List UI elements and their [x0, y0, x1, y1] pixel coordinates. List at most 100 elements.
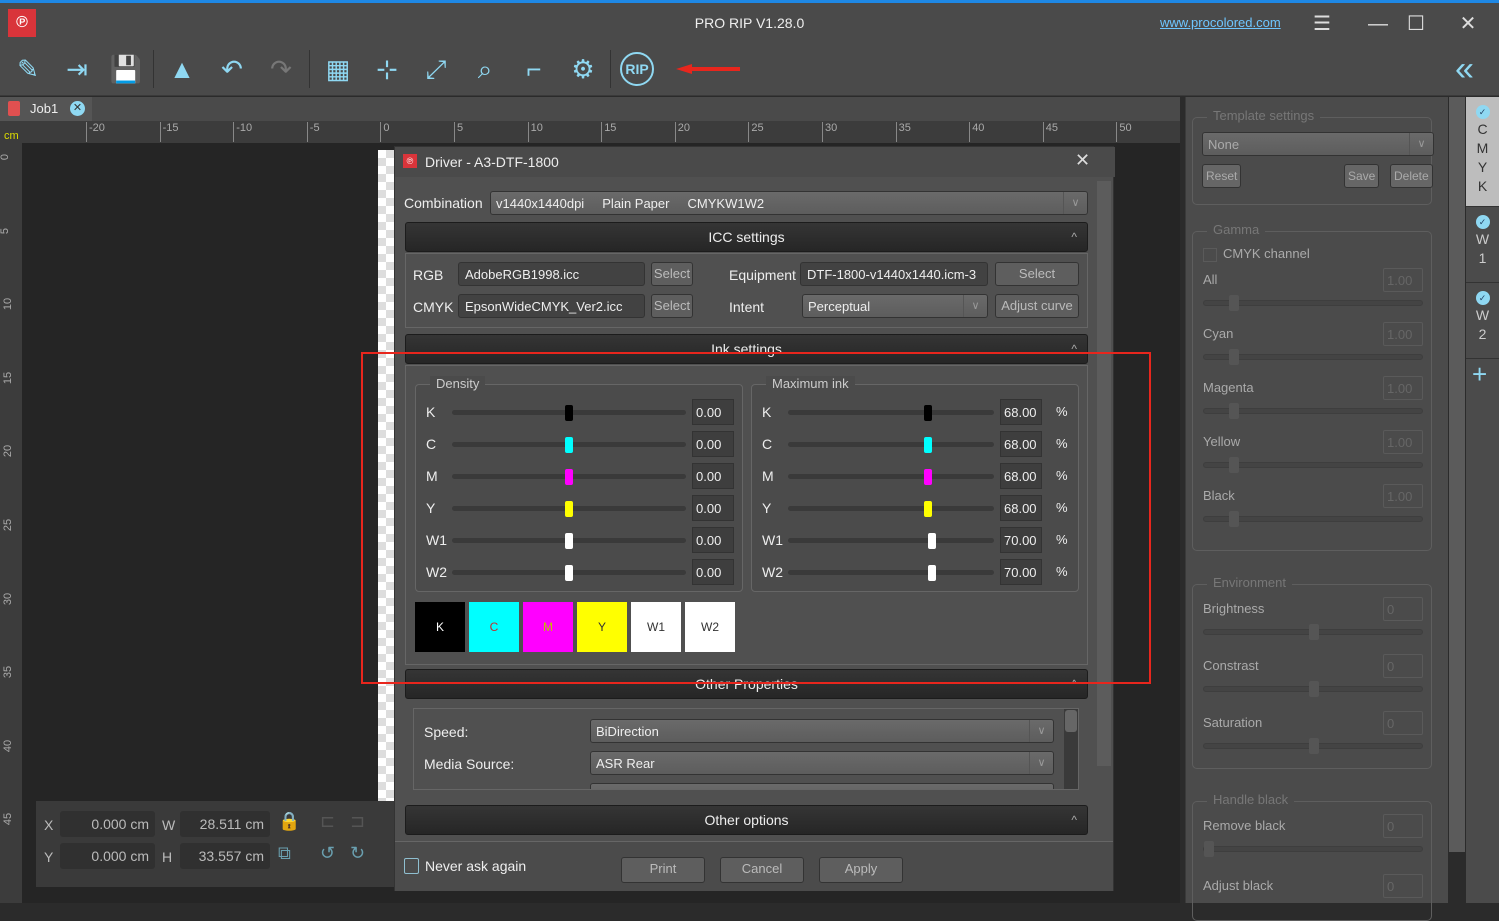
save-template-button[interactable]: Save: [1344, 164, 1379, 188]
rotate-left-icon[interactable]: ↺: [320, 843, 335, 864]
v-ruler-tick: 10: [2, 298, 14, 310]
align-left-icon[interactable]: ⊏: [320, 811, 335, 832]
template-select[interactable]: None∨: [1202, 132, 1434, 156]
adjust-value-field[interactable]: 0: [1383, 654, 1423, 678]
slider-thumb[interactable]: [1309, 681, 1319, 697]
cancel-button[interactable]: Cancel: [720, 857, 804, 883]
h-label: H: [162, 849, 172, 865]
v-ruler-tick: 20: [2, 445, 14, 457]
speed-select[interactable]: BiDirection∨: [590, 719, 1054, 743]
channel-tab-w1[interactable]: ✓W1: [1466, 207, 1499, 283]
chevron-up-icon: ^: [1071, 223, 1077, 251]
adjust-slider[interactable]: [1203, 846, 1423, 852]
save-icon[interactable]: 💾: [106, 50, 146, 88]
adjust-value-field[interactable]: 0: [1383, 597, 1423, 621]
collapse-panel-icon[interactable]: «: [1455, 50, 1474, 89]
adjust-slider[interactable]: [1203, 300, 1423, 306]
rotate-icon[interactable]: ⧉: [278, 843, 291, 864]
check-icon: ✓: [1476, 291, 1490, 305]
fit-icon[interactable]: ⤢: [416, 50, 456, 88]
rgb-select-button[interactable]: Select: [651, 262, 693, 286]
adjust-slider[interactable]: [1203, 462, 1423, 468]
other-options-header[interactable]: Other options^: [405, 805, 1088, 835]
other-properties-scrollbar[interactable]: [1064, 709, 1078, 789]
adjust-label: All: [1203, 272, 1217, 287]
adjust-slider[interactable]: [1203, 354, 1423, 360]
other-options-title: Other options: [704, 812, 788, 828]
adjust-value-field[interactable]: 1.00: [1383, 268, 1423, 292]
adjust-slider[interactable]: [1203, 686, 1423, 692]
maximize-button[interactable]: ☐: [1401, 11, 1431, 37]
align-right-icon[interactable]: ⊐: [350, 811, 365, 832]
rgb-profile-field[interactable]: AdobeRGB1998.icc: [458, 262, 645, 286]
equipment-select-button[interactable]: Select: [995, 262, 1079, 286]
print-button[interactable]: Print: [621, 857, 705, 883]
channel-tab-cmyk[interactable]: ✓CMYK: [1466, 97, 1499, 207]
website-link[interactable]: www.procolored.com: [1160, 15, 1281, 30]
adjust-value-field[interactable]: 1.00: [1383, 484, 1423, 508]
import-icon[interactable]: ⇥: [57, 50, 97, 88]
adjust-value-field[interactable]: 0: [1383, 814, 1423, 838]
center-icon[interactable]: ⊹: [367, 50, 407, 88]
adjust-slider[interactable]: [1203, 743, 1423, 749]
adjust-value-field[interactable]: 1.00: [1383, 430, 1423, 454]
adjust-curve-button[interactable]: Adjust curve: [995, 294, 1079, 318]
close-button[interactable]: ✕: [1453, 11, 1483, 37]
close-tab-icon[interactable]: ✕: [70, 101, 85, 116]
ruler-unit: cm: [4, 130, 19, 142]
slider-thumb[interactable]: [1229, 457, 1239, 473]
add-image-icon[interactable]: ▲: [162, 50, 202, 88]
y-field[interactable]: 0.000 cm: [60, 843, 155, 869]
slider-thumb[interactable]: [1229, 295, 1239, 311]
adjust-slider[interactable]: [1203, 516, 1423, 522]
hidden-select[interactable]: [590, 783, 1054, 790]
intent-select[interactable]: Perceptual∨: [802, 294, 988, 318]
channel-letter: 2: [1466, 325, 1499, 344]
right-panel-scrollbar[interactable]: [1449, 97, 1465, 852]
cmyk-select-button[interactable]: Select: [651, 294, 693, 318]
undo-icon[interactable]: ↶: [212, 50, 252, 88]
ruler-icon[interactable]: ⌐: [514, 50, 554, 88]
menu-icon[interactable]: ☰: [1307, 11, 1337, 37]
cmyk-profile-field[interactable]: EpsonWideCMYK_Ver2.icc: [458, 294, 645, 318]
adjust-slider[interactable]: [1203, 629, 1423, 635]
slider-thumb[interactable]: [1229, 403, 1239, 419]
never-ask-checkbox[interactable]: [404, 858, 419, 874]
slider-thumb[interactable]: [1229, 349, 1239, 365]
icc-settings-header[interactable]: ICC settings^: [405, 222, 1088, 252]
adjust-value-field[interactable]: 1.00: [1383, 376, 1423, 400]
equipment-profile-field[interactable]: 3-DTF-1800-v1440x1440.icm: [800, 262, 988, 286]
slider-thumb[interactable]: [1309, 624, 1319, 640]
w-field[interactable]: 28.511 cm: [180, 811, 270, 837]
adjust-value-field[interactable]: 0: [1383, 874, 1423, 898]
lock-icon[interactable]: 🔒: [278, 811, 300, 832]
slider-thumb[interactable]: [1229, 511, 1239, 527]
h-field[interactable]: 33.557 cm: [180, 843, 270, 869]
adjust-slider[interactable]: [1203, 408, 1423, 414]
delete-template-button[interactable]: Delete: [1390, 164, 1433, 188]
apply-button[interactable]: Apply: [819, 857, 903, 883]
add-channel-icon[interactable]: +: [1472, 359, 1487, 390]
slider-thumb[interactable]: [1309, 738, 1319, 754]
combination-select[interactable]: v1440x1440dpi Plain Paper CMYKW1W2 ∨: [490, 191, 1088, 215]
dialog-close-icon[interactable]: ✕: [1075, 150, 1090, 171]
adjust-value-field[interactable]: 0: [1383, 711, 1423, 735]
redo-icon[interactable]: ↷: [261, 50, 301, 88]
media-source-select[interactable]: ASR Rear∨: [590, 751, 1054, 775]
rip-icon[interactable]: RIP: [620, 52, 654, 86]
rgb-label: RGB: [413, 267, 443, 283]
rotate-right-icon[interactable]: ↻: [350, 843, 365, 864]
x-field[interactable]: 0.000 cm: [60, 811, 155, 837]
grid-icon[interactable]: ▦: [318, 50, 358, 88]
channel-tab-w2[interactable]: ✓W2: [1466, 283, 1499, 359]
slider-thumb[interactable]: [1204, 841, 1214, 857]
settings-icon[interactable]: ⚙: [563, 50, 603, 88]
reset-button[interactable]: Reset: [1202, 164, 1241, 188]
minimize-button[interactable]: —: [1363, 11, 1393, 37]
zoom-fit-icon[interactable]: ⌕: [465, 50, 505, 88]
tab-job1[interactable]: Job1 ✕: [0, 97, 92, 121]
adjust-value-field[interactable]: 1.00: [1383, 322, 1423, 346]
cmyk-channel-checkbox[interactable]: [1203, 248, 1217, 262]
adjust-label: Cyan: [1203, 326, 1233, 341]
new-job-icon[interactable]: ✎: [8, 50, 48, 88]
